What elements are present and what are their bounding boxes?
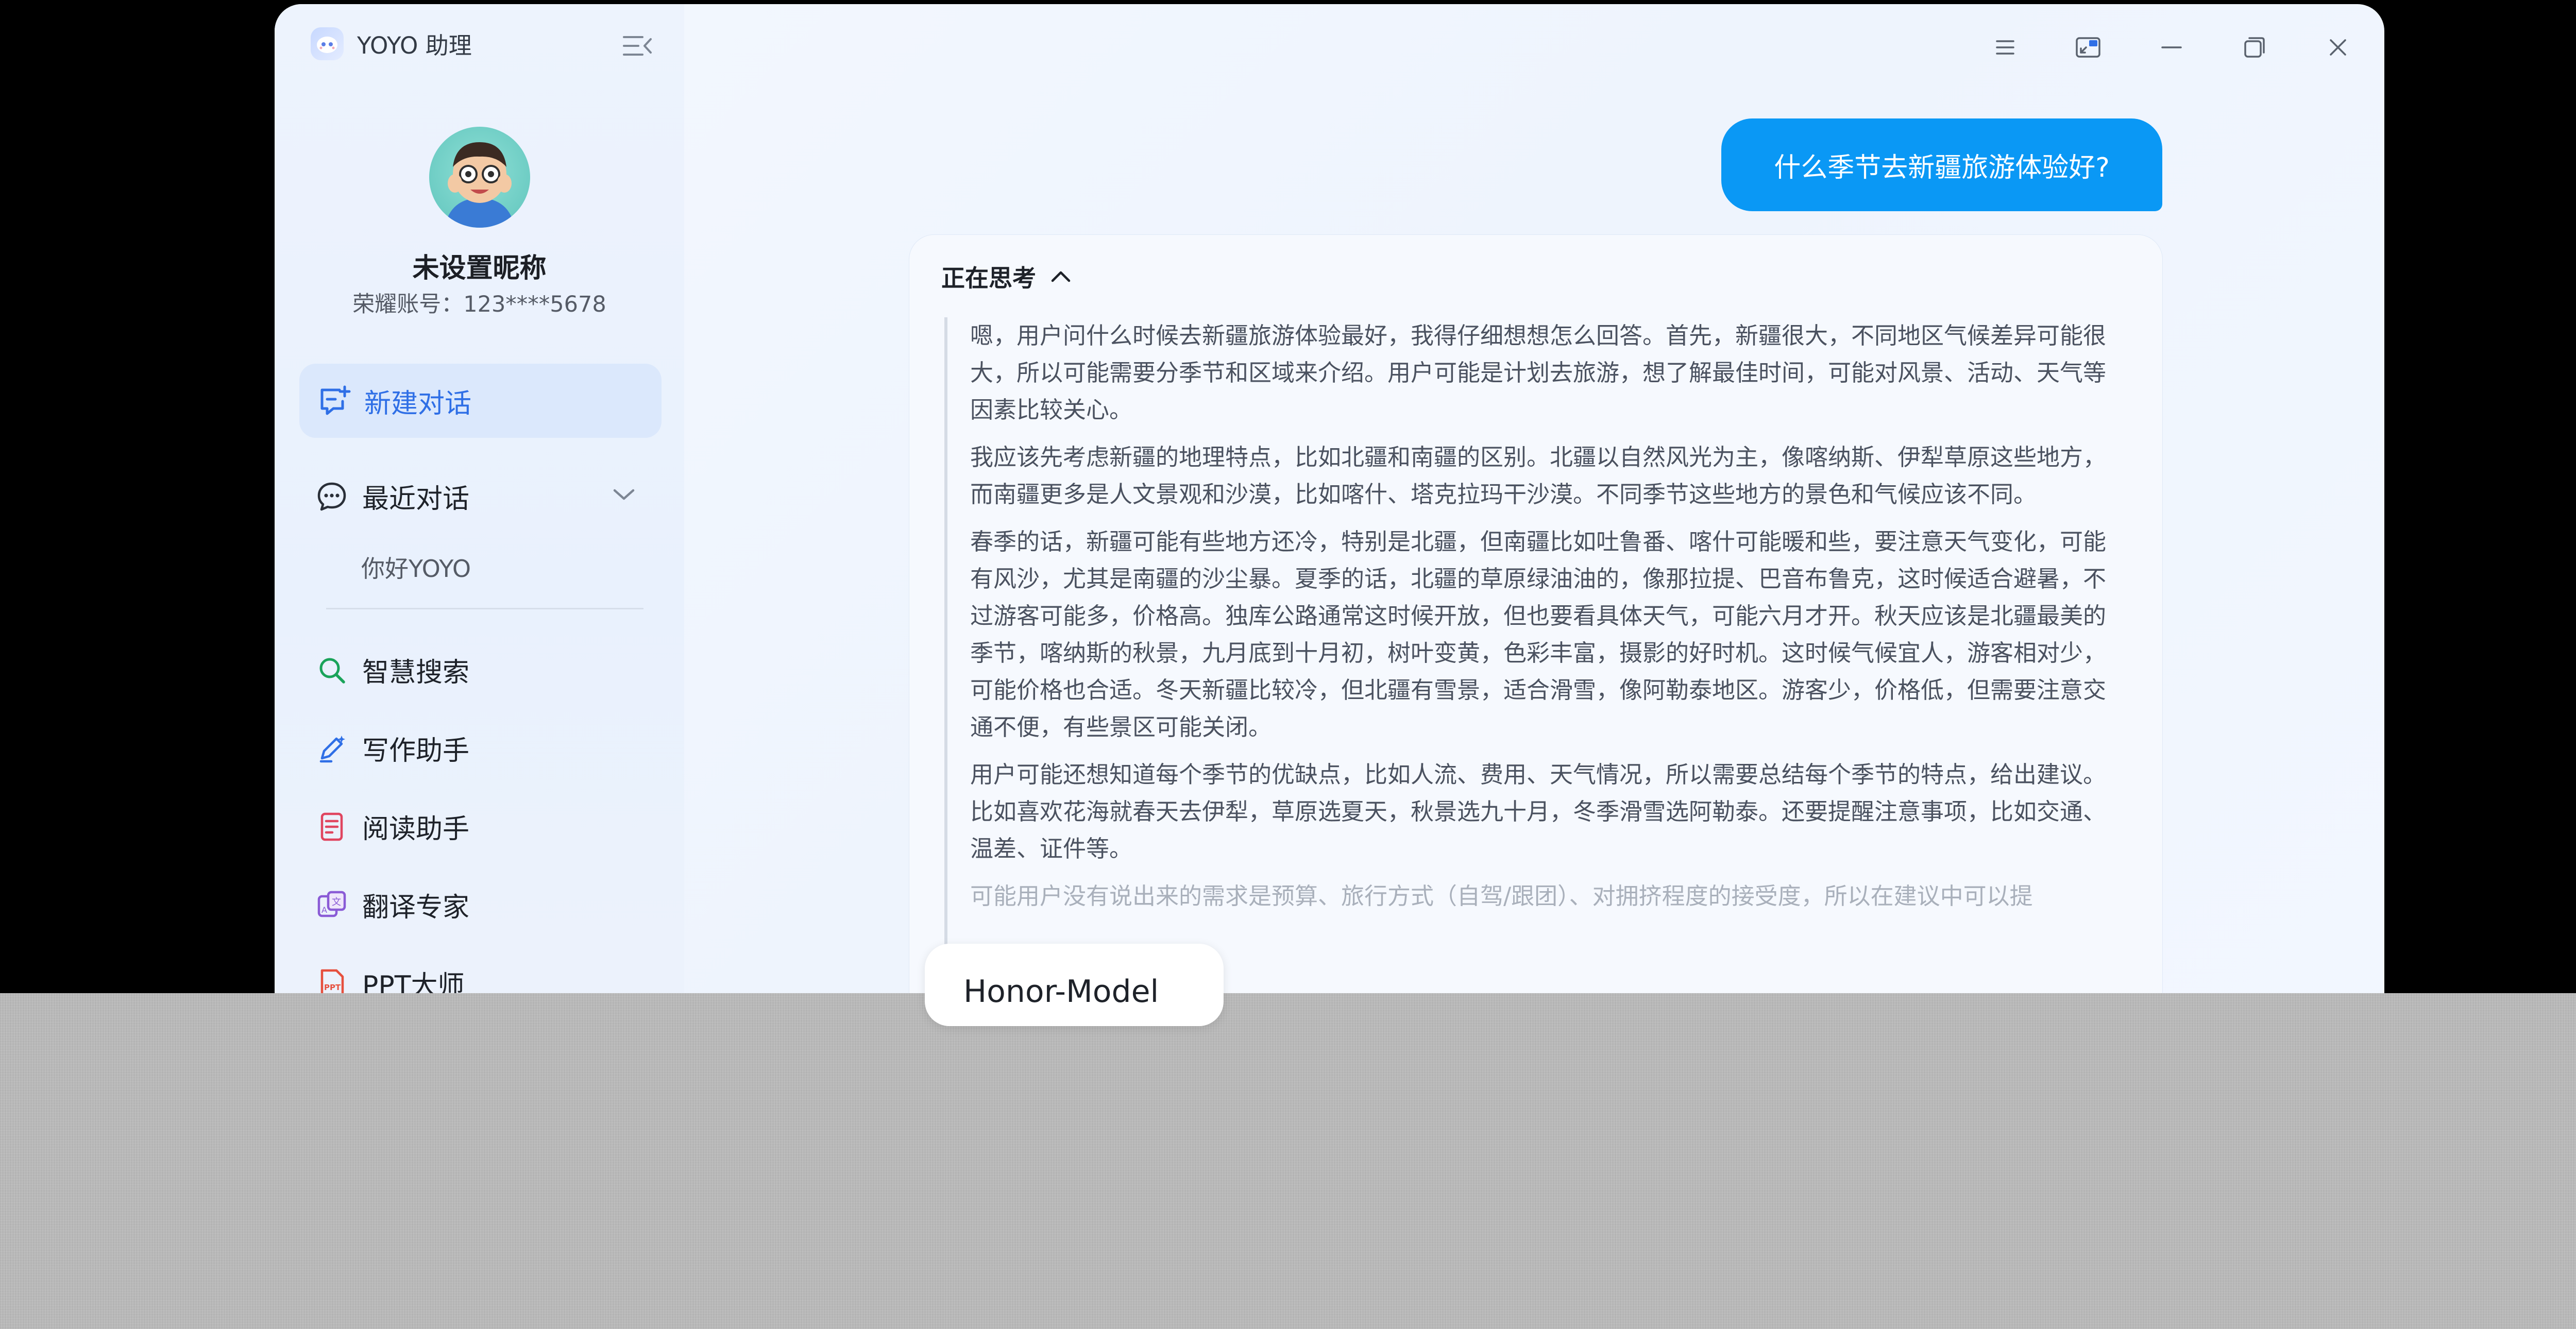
minimize-icon [2161, 46, 2182, 48]
document-icon [314, 809, 350, 845]
collapse-sidebar-button[interactable] [621, 33, 654, 59]
nickname: 未设置昵称 [412, 253, 547, 284]
writing-assistant-label: 写作助手 [362, 736, 470, 766]
mini-window-icon [2076, 37, 2100, 58]
svg-text:PPT: PPT [324, 983, 341, 992]
translation-expert-label: 翻译专家 [362, 892, 470, 923]
translate-icon: 文 A [314, 887, 350, 923]
thinking-paragraph: 我应该先考虑新疆的地理特点，比如北疆和南疆的区别。北疆以自然风光为主，像喀纳斯、… [970, 444, 2107, 508]
yoyo-logo-icon [311, 27, 344, 60]
reading-assistant-label: 阅读助手 [362, 814, 470, 845]
search-icon [314, 652, 350, 688]
writing-assistant-item[interactable]: 写作助手 [314, 729, 469, 768]
new-chat-icon [320, 385, 351, 415]
pen-icon [314, 730, 350, 766]
avatar[interactable] [429, 127, 530, 228]
thinking-paragraph: 用户可能还想知道每个季节的优缺点，比如人流、费用、天气情况，所以需要总结每个季节… [970, 761, 2107, 862]
model-name: Honor-Model [963, 974, 1159, 1010]
smart-search-label: 智慧搜索 [362, 657, 470, 688]
thinking-paragraph: 春季的话，新疆可能有些地方还冷，特别是北疆，但南疆比如吐鲁番、喀什可能暖和些，要… [970, 528, 2107, 741]
recent-chats-toggle[interactable]: 最近对话 [314, 477, 469, 516]
collapse-sidebar-icon [623, 36, 652, 56]
ppt-master-label: PPT大师 [362, 970, 465, 993]
app-title: YOYO 助理 [357, 32, 472, 59]
maximize-button[interactable] [2236, 29, 2273, 66]
thinking-paragraph: 嗯，用户问什么时候去新疆旅游体验最好，我得仔细想想怎么回答。首先，新疆很大，不同… [970, 322, 2107, 423]
menu-icon [1996, 40, 2014, 55]
thinking-content: 嗯，用户问什么时候去新疆旅游体验最好，我得仔细想想怎么回答。首先，新疆很大，不同… [970, 317, 2124, 925]
app-window: YOYO 助理 未设置昵称 荣耀账号：123****5678 新建对话 最近对话… [275, 4, 2384, 993]
thinking-paragraph: 可能用户没有说出来的需求是预算、旅行方式（自驾/跟团）、对拥挤程度的接受度，所以… [970, 882, 2033, 910]
recent-chat-item[interactable]: 你好YOYO [361, 550, 471, 584]
translation-expert-item[interactable]: 文 A 翻译专家 [314, 885, 469, 924]
sidebar: YOYO 助理 未设置昵称 荣耀账号：123****5678 新建对话 最近对话… [275, 4, 684, 993]
svg-text:文: 文 [332, 897, 341, 908]
restore-icon [2244, 37, 2265, 58]
user-message-bubble: 什么季节去新疆旅游体验好? [1721, 118, 2162, 211]
account-id: 荣耀账号：123****5678 [352, 292, 606, 317]
reading-assistant-item[interactable]: 阅读助手 [314, 807, 469, 846]
avatar-image [445, 142, 515, 228]
answer-card: 正在思考 嗯，用户问什么时候去新疆旅游体验最好，我得仔细想想怎么回答。首先，新疆… [909, 235, 2162, 993]
new-chat-label: 新建对话 [364, 388, 472, 419]
ppt-icon: PPT [314, 965, 350, 993]
recent-chats-label: 最近对话 [362, 484, 470, 515]
menu-button[interactable] [1987, 29, 2024, 66]
chevron-down-icon[interactable] [608, 479, 639, 510]
mini-window-button[interactable] [2070, 29, 2107, 66]
ppt-master-item[interactable]: PPT PPT大师 [314, 964, 464, 993]
svg-text:A: A [321, 905, 327, 915]
thinking-quote-bar [944, 317, 947, 993]
background-region [0, 993, 2576, 1329]
divider [326, 608, 643, 609]
model-selector[interactable]: Honor-Model [925, 944, 1224, 1026]
minimize-button[interactable] [2153, 29, 2190, 66]
thinking-label: 正在思考 [941, 264, 1036, 292]
close-icon [2330, 39, 2346, 56]
new-chat-button[interactable]: 新建对话 [299, 364, 662, 438]
chat-bubble-icon [314, 479, 350, 515]
smart-search-item[interactable]: 智慧搜索 [314, 651, 469, 689]
chevron-up-icon [1051, 271, 1071, 282]
close-button[interactable] [2319, 29, 2357, 66]
brand: YOYO 助理 [311, 27, 472, 60]
thinking-toggle[interactable]: 正在思考 [941, 260, 1075, 294]
